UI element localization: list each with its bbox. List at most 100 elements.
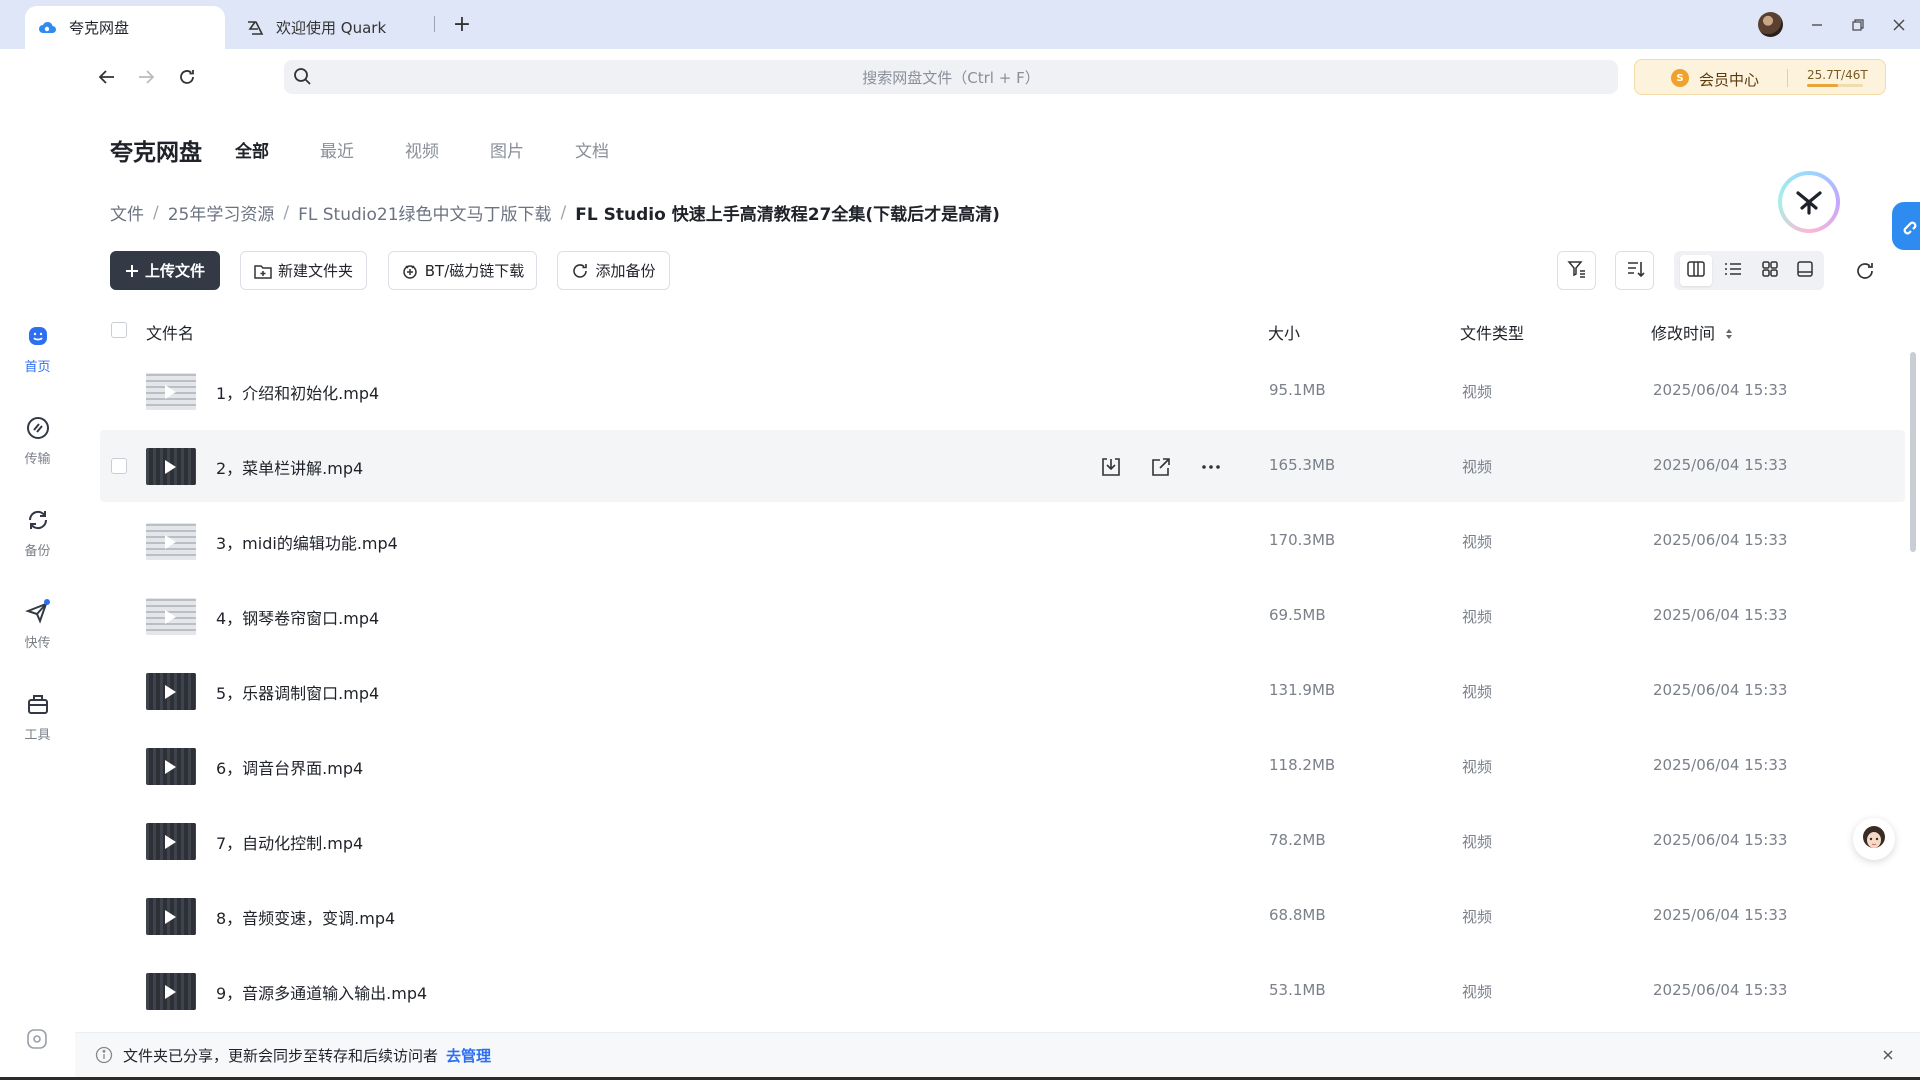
view-grid-button[interactable] xyxy=(1754,255,1786,286)
add-backup-button[interactable]: 添加备份 xyxy=(557,251,670,290)
sidebar-item-backup[interactable]: 备份 xyxy=(0,506,75,570)
tab-recent[interactable]: 最近 xyxy=(320,137,354,162)
backup-sync-icon xyxy=(571,262,589,280)
file-size: 170.3MB xyxy=(1269,531,1336,549)
filter-icon xyxy=(1566,259,1587,283)
search-input[interactable]: 搜索网盘文件（Ctrl + F） xyxy=(284,60,1618,94)
plus-icon xyxy=(125,264,139,278)
new-tab-button[interactable]: + xyxy=(448,10,476,38)
customer-support-avatar[interactable] xyxy=(1853,818,1895,860)
table-row[interactable]: 7，自动化控制.mp4 78.2MB 视频 2025/06/04 15:33 xyxy=(100,805,1905,877)
tab-document[interactable]: 文档 xyxy=(575,137,609,162)
column-header-type[interactable]: 文件类型 xyxy=(1460,320,1524,344)
view-list-button[interactable] xyxy=(1717,255,1749,286)
sidebar-item-transfer[interactable]: 传输 xyxy=(0,414,75,478)
bt-label: BT/磁力链下载 xyxy=(424,262,525,280)
column-header-name[interactable]: 文件名 xyxy=(146,320,194,344)
sidebar-item-label: 首页 xyxy=(24,360,51,375)
tab-welcome-quark[interactable]: 欢迎使用 Quark xyxy=(240,6,440,49)
table-row[interactable]: 6，调音台界面.mp4 118.2MB 视频 2025/06/04 15:33 xyxy=(100,730,1905,802)
column-header-modified[interactable]: 修改时间 xyxy=(1651,320,1733,344)
file-name[interactable]: 6，调音台界面.mp4 xyxy=(216,755,363,779)
tab-all[interactable]: 全部 xyxy=(235,137,269,162)
file-modified: 2025/06/04 15:33 xyxy=(1653,681,1788,699)
forward-icon[interactable] xyxy=(131,62,161,92)
breadcrumb-separator: / xyxy=(283,202,290,223)
sidebar-item-home[interactable]: 首页 xyxy=(0,322,75,386)
more-options-icon[interactable] xyxy=(1196,452,1226,482)
tools-icon xyxy=(24,690,52,718)
video-thumbnail xyxy=(146,748,196,785)
floating-link-icon[interactable] xyxy=(1892,202,1920,250)
table-row[interactable]: 3，midi的编辑功能.mp4 170.3MB 视频 2025/06/04 15… xyxy=(100,505,1905,577)
play-icon xyxy=(165,760,176,774)
file-name[interactable]: 5，乐器调制窗口.mp4 xyxy=(216,680,379,704)
view-preview-button[interactable] xyxy=(1789,255,1821,286)
file-size: 165.3MB xyxy=(1269,456,1336,474)
file-name[interactable]: 9，音源多通道输入输出.mp4 xyxy=(216,980,427,1004)
file-name[interactable]: 1，介绍和初始化.mp4 xyxy=(216,380,379,404)
file-name[interactable]: 3，midi的编辑功能.mp4 xyxy=(216,530,398,554)
sort-button[interactable] xyxy=(1615,251,1654,290)
table-row[interactable]: 8，音频变速，变调.mp4 68.8MB 视频 2025/06/04 15:33 xyxy=(100,880,1905,952)
file-name[interactable]: 2，菜单栏讲解.mp4 xyxy=(216,455,363,479)
user-avatar[interactable] xyxy=(1758,12,1783,37)
backup-icon xyxy=(24,506,52,534)
member-center-button[interactable]: S 会员中心 25.7T/46T xyxy=(1634,59,1886,95)
new-folder-button[interactable]: 新建文件夹 xyxy=(240,251,367,290)
magnet-icon xyxy=(401,262,419,280)
play-icon xyxy=(165,610,176,624)
file-type: 视频 xyxy=(1462,533,1493,551)
manage-share-link[interactable]: 去管理 xyxy=(446,1045,491,1066)
table-row[interactable]: 1，介绍和初始化.mp4 95.1MB 视频 2025/06/04 15:33 xyxy=(100,355,1905,427)
browser-tab-bar: 夸克网盘 欢迎使用 Quark + xyxy=(0,0,1920,49)
settings-icon[interactable] xyxy=(25,1027,49,1055)
tab-quark-drive[interactable]: 夸克网盘 xyxy=(25,6,225,49)
file-modified: 2025/06/04 15:33 xyxy=(1653,531,1788,549)
reload-icon[interactable] xyxy=(172,62,202,92)
table-row[interactable]: 4，钢琴卷帘窗口.mp4 69.5MB 视频 2025/06/04 15:33 xyxy=(100,580,1905,652)
page-title: 夸克网盘 xyxy=(110,140,202,166)
breadcrumb-item[interactable]: FL Studio21绿色中文马丁版下载 xyxy=(298,200,551,225)
preview-view-icon xyxy=(1796,260,1814,282)
breadcrumb-item[interactable]: 25年学习资源 xyxy=(168,200,275,225)
video-thumbnail xyxy=(146,448,196,485)
file-name[interactable]: 7，自动化控制.mp4 xyxy=(216,830,363,854)
minimize-icon[interactable] xyxy=(1802,10,1832,40)
sidebar-item-tools[interactable]: 工具 xyxy=(0,690,75,754)
close-notice-icon[interactable] xyxy=(1878,1045,1898,1065)
table-row[interactable]: 9，音源多通道输入输出.mp4 53.1MB 视频 2025/06/04 15:… xyxy=(100,955,1905,1027)
file-size: 118.2MB xyxy=(1269,756,1336,774)
list-scrollbar[interactable] xyxy=(1910,352,1916,552)
table-row[interactable]: 5，乐器调制窗口.mp4 131.9MB 视频 2025/06/04 15:33 xyxy=(100,655,1905,727)
select-all-checkbox[interactable] xyxy=(111,322,127,338)
ai-assistant-button[interactable] xyxy=(1778,171,1840,233)
filter-button[interactable] xyxy=(1557,251,1596,290)
sidebar-item-quick-send[interactable]: 快传 xyxy=(0,598,75,662)
file-size: 78.2MB xyxy=(1269,831,1326,849)
file-size: 68.8MB xyxy=(1269,906,1326,924)
file-name[interactable]: 4，钢琴卷帘窗口.mp4 xyxy=(216,605,379,629)
column-header-size[interactable]: 大小 xyxy=(1268,320,1300,344)
back-icon[interactable] xyxy=(92,62,122,92)
view-column-button[interactable] xyxy=(1680,255,1712,286)
file-name[interactable]: 8，音频变速，变调.mp4 xyxy=(216,905,395,929)
sidebar-item-label: 快传 xyxy=(24,636,51,651)
file-modified: 2025/06/04 15:33 xyxy=(1653,381,1788,399)
share-icon[interactable] xyxy=(1146,452,1176,482)
download-icon[interactable] xyxy=(1096,452,1126,482)
sidebar-item-label: 工具 xyxy=(24,728,51,743)
refresh-list-icon[interactable] xyxy=(1850,256,1880,286)
restore-icon[interactable] xyxy=(1843,10,1873,40)
upload-file-button[interactable]: 上传文件 xyxy=(110,251,220,290)
video-thumbnail xyxy=(146,673,196,710)
table-row[interactable]: 2，菜单栏讲解.mp4 165.3MB 视频 2025/06/04 15:33 xyxy=(100,430,1905,502)
row-checkbox[interactable] xyxy=(111,458,127,474)
bt-magnet-download-button[interactable]: BT/磁力链下载 xyxy=(388,251,537,290)
tab-video[interactable]: 视频 xyxy=(405,137,439,162)
file-size: 69.5MB xyxy=(1269,606,1326,624)
tab-image[interactable]: 图片 xyxy=(490,137,524,162)
close-window-icon[interactable] xyxy=(1884,10,1914,40)
sort-toggle-icon xyxy=(1725,325,1733,344)
breadcrumb-item[interactable]: 文件 xyxy=(110,200,144,225)
